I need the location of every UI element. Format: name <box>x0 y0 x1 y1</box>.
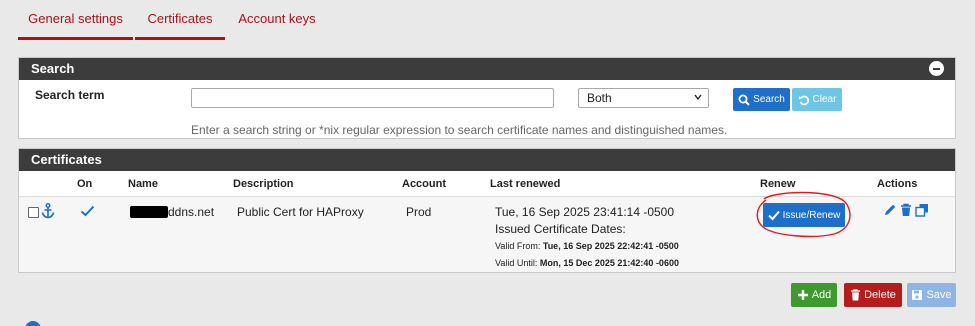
search-input[interactable] <box>191 88 554 108</box>
valid-from-value: Tue, 16 Sep 2025 22:42:41 -0500 <box>542 241 679 251</box>
tab-bar: General settings Certificates Account ke… <box>0 0 975 40</box>
cert-last-renewed: Tue, 16 Sep 2025 23:41:14 -0500 <box>495 205 675 219</box>
search-help-text: Enter a search string or *nix regular ex… <box>191 123 728 137</box>
chevron-down-icon <box>694 94 702 101</box>
valid-until: Valid Until: Mon, 15 Dec 2025 21:42:40 -… <box>495 258 679 268</box>
search-panel-title: Search <box>31 61 75 76</box>
search-term-label: Search term <box>35 88 105 102</box>
column-header-description: Description <box>233 178 294 190</box>
red-circle-annotation <box>756 191 851 238</box>
redaction-block <box>130 206 168 218</box>
search-scope-select[interactable]: Both <box>578 88 709 108</box>
certificates-panel: Certificates On Name Description Account… <box>18 148 956 273</box>
column-header-account: Account <box>402 178 446 190</box>
search-panel: Search Search term Both Search Clear Ent… <box>18 57 956 139</box>
valid-from-label: Valid From: <box>495 241 541 251</box>
save-button-label: Save <box>926 289 952 301</box>
tab-account-keys[interactable]: Account keys <box>232 0 322 40</box>
certificates-panel-title: Certificates <box>31 152 102 167</box>
trash-icon[interactable] <box>899 203 913 217</box>
search-button[interactable]: Search <box>733 88 790 111</box>
collapse-icon[interactable] <box>929 61 944 76</box>
search-scope-value: Both <box>587 91 612 105</box>
search-icon <box>738 94 750 106</box>
row-select-checkbox[interactable] <box>28 207 39 218</box>
plus-icon <box>797 290 808 300</box>
anchor-icon[interactable] <box>41 203 55 219</box>
add-button[interactable]: Add <box>791 283 837 307</box>
save-button[interactable]: Save <box>907 283 956 307</box>
valid-until-label: Valid Until: <box>495 258 538 268</box>
tab-certificates[interactable]: Certificates <box>135 0 225 40</box>
add-button-label: Add <box>811 289 832 301</box>
clear-button[interactable]: Clear <box>792 88 842 111</box>
search-button-label: Search <box>753 94 785 105</box>
search-panel-header: Search <box>19 58 955 80</box>
issued-dates-label: Issued Certificate Dates: <box>495 222 626 236</box>
clear-button-label: Clear <box>812 94 837 105</box>
cert-description: Public Cert for HAProxy <box>237 205 364 219</box>
column-header-name: Name <box>128 178 158 190</box>
edit-icon[interactable] <box>883 203 897 217</box>
valid-until-value: Mon, 15 Dec 2025 21:42:40 -0600 <box>539 258 679 268</box>
info-icon <box>25 321 41 326</box>
tab-general-settings[interactable]: General settings <box>18 0 133 40</box>
trash-icon <box>851 289 861 301</box>
table-row: ddns.net Public Cert for HAProxy Prod Tu… <box>19 191 955 272</box>
cert-account: Prod <box>406 205 432 219</box>
copy-icon[interactable] <box>915 203 929 217</box>
floppy-icon <box>912 290 923 300</box>
delete-button[interactable]: Delete <box>844 283 902 307</box>
valid-from: Valid From: Tue, 16 Sep 2025 22:42:41 -0… <box>495 241 679 251</box>
delete-button-label: Delete <box>864 289 896 301</box>
column-header-last-renewed: Last renewed <box>490 178 561 190</box>
column-header-actions: Actions <box>877 178 918 190</box>
cert-name: ddns.net <box>168 205 215 219</box>
undo-icon <box>798 95 809 105</box>
certificates-panel-header: Certificates <box>19 149 955 171</box>
enabled-check-icon <box>80 205 95 217</box>
column-header-on: On <box>77 178 93 190</box>
